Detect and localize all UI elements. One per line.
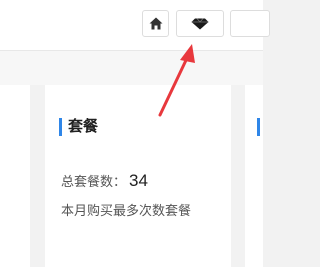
annotation-arrow xyxy=(158,44,195,117)
